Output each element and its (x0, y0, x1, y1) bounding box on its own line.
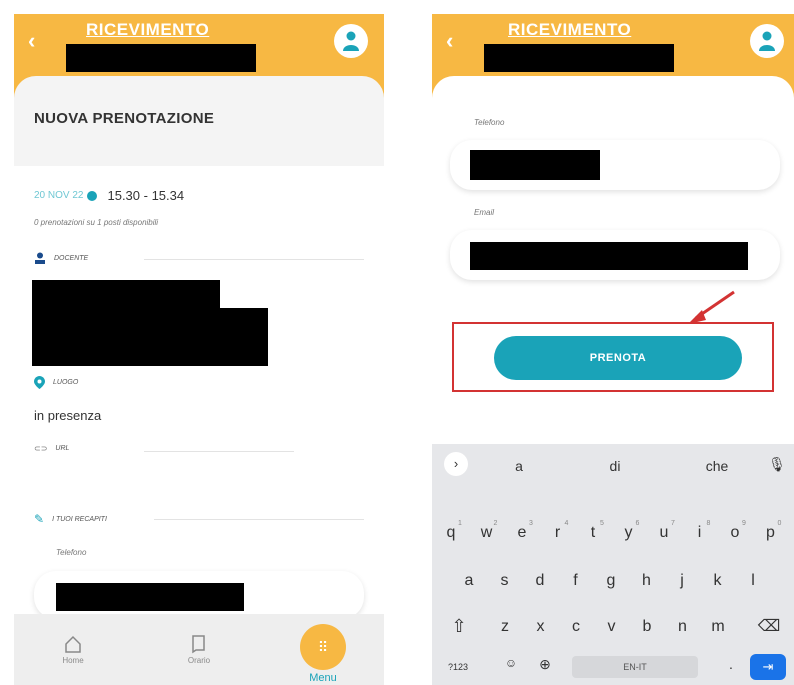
menu-grid-icon: ⠿ (300, 624, 346, 670)
tab-home[interactable]: Home (48, 634, 98, 665)
key-b[interactable]: b (632, 618, 662, 636)
key-number-hint: 1 (458, 520, 462, 527)
redacted-telefono (470, 150, 600, 180)
left-screen: ‹ RICEVIMENTO NUOVA PRENOTAZIONE 20 NOV … (14, 14, 384, 685)
header-title: RICEVIMENTO (508, 20, 632, 39)
link-label: URL (55, 445, 70, 452)
link-icon: ⊂⊃ (34, 444, 48, 453)
tab-orario[interactable]: Orario (174, 634, 224, 665)
person-icon (35, 252, 45, 264)
tab-home-label: Home (62, 656, 84, 665)
divider (144, 259, 364, 260)
back-arrow-icon[interactable]: ‹ (28, 28, 35, 54)
key-x[interactable]: x (526, 618, 556, 636)
key-m[interactable]: m (703, 618, 733, 636)
suggestion-3[interactable]: che (702, 458, 732, 474)
key-g[interactable]: g (596, 572, 626, 590)
home-icon (65, 635, 81, 653)
space-key[interactable]: EN-IT (572, 656, 698, 678)
key-number-hint: 6 (635, 520, 640, 527)
keyboard: › a di che 🎙 q1w2e3r4t5y6u7i8o9p0 asdfgh… (432, 444, 794, 685)
bottom-tab-bar: Home Orario ⠿ Menu (14, 614, 384, 685)
slot-time: 15.30 - 15.34 (107, 188, 185, 203)
section-link: ⊂⊃ URL (34, 444, 69, 453)
telefono-field[interactable] (34, 571, 364, 619)
next-field-icon[interactable]: ⇥ (750, 654, 786, 680)
docente-label: DOCENTE (54, 254, 89, 262)
key-h[interactable]: h (632, 572, 662, 590)
divider (144, 451, 294, 452)
shift-icon[interactable]: ⇧ (444, 616, 474, 637)
telefono-label: Telefono (56, 548, 87, 557)
profile-button[interactable] (334, 24, 368, 58)
redacted-name (484, 44, 674, 72)
key-number-hint: 2 (493, 520, 498, 527)
key-l[interactable]: l (738, 572, 768, 590)
suggestion-1[interactable]: a (504, 458, 534, 474)
key-number-hint: 7 (671, 520, 675, 527)
key-s[interactable]: s (490, 572, 520, 590)
backspace-icon[interactable]: ⌫ (754, 616, 784, 636)
key-j[interactable]: j (667, 572, 697, 590)
page-title: NUOVA PRENOTAZIONE (34, 110, 215, 127)
booking-card: 20 NOV 22 15.30 - 15.34 0 prenotazioni s… (14, 166, 384, 619)
email-field[interactable] (450, 230, 780, 280)
book-icon (192, 635, 205, 654)
redacted-email (470, 242, 748, 270)
key-d[interactable]: d (525, 572, 555, 590)
key-number-hint: 4 (564, 520, 569, 527)
right-screen: ‹ RICEVIMENTO Telefono Email PRENOTA › a… (432, 14, 794, 685)
slot-row: 20 NOV 22 15.30 - 15.34 (34, 188, 184, 203)
redacted-name (66, 44, 256, 72)
key-z[interactable]: z (490, 618, 520, 636)
header-title: RICEVIMENTO (86, 20, 210, 39)
tab-orario-label: Orario (187, 656, 211, 665)
user-icon (759, 31, 775, 51)
availability-text: 0 prenotazioni su 1 posti disponibili (34, 218, 159, 227)
tab-menu[interactable]: ⠿ Menu (296, 624, 350, 684)
redacted-docente (32, 280, 220, 310)
key-f[interactable]: f (561, 572, 591, 590)
luogo-value: in presenza (34, 408, 102, 423)
section-docente: DOCENTE (34, 252, 88, 264)
emoji-icon[interactable]: ☺ (496, 656, 526, 670)
section-recapiti: ✎ I TUOI RECAPITI (34, 512, 107, 526)
telefono-label: Telefono (474, 118, 505, 127)
recapiti-label: I TUOI RECAPITI (52, 515, 107, 523)
microphone-icon[interactable]: 🎙 (762, 456, 792, 473)
prenota-button[interactable]: PRENOTA (494, 336, 742, 380)
key-c[interactable]: c (561, 618, 591, 636)
key-k[interactable]: k (703, 572, 733, 590)
location-pin-icon (34, 376, 45, 389)
tab-menu-label: Menu (309, 672, 337, 684)
globe-icon[interactable]: ⊕ (530, 656, 560, 673)
section-luogo: LUOGO (34, 376, 78, 389)
num-key[interactable]: ?123 (438, 662, 478, 672)
slot-date: 20 NOV 22 (34, 190, 84, 201)
clock-icon (87, 190, 98, 201)
luogo-label: LUOGO (53, 379, 79, 386)
key-number-hint: 9 (742, 520, 746, 527)
key-n[interactable]: n (668, 618, 698, 636)
key-v[interactable]: v (597, 618, 627, 636)
redacted-telefono (56, 583, 244, 611)
divider (154, 519, 364, 520)
back-arrow-icon[interactable]: ‹ (446, 28, 453, 54)
suggestion-2[interactable]: di (600, 458, 630, 474)
profile-button[interactable] (750, 24, 784, 58)
key-number-hint: 0 (777, 520, 782, 527)
pencil-icon: ✎ (34, 512, 45, 526)
key-a[interactable]: a (454, 572, 484, 590)
redacted-docente-details (32, 308, 268, 366)
period-key[interactable]: . (716, 656, 746, 672)
key-number-hint: 5 (600, 520, 604, 527)
user-icon (343, 31, 359, 51)
expand-toolbar-icon[interactable]: › (444, 452, 468, 476)
key-number-hint: 8 (706, 520, 711, 527)
telefono-field[interactable] (450, 140, 780, 190)
key-number-hint: 3 (529, 520, 533, 527)
email-label: Email (474, 208, 495, 217)
